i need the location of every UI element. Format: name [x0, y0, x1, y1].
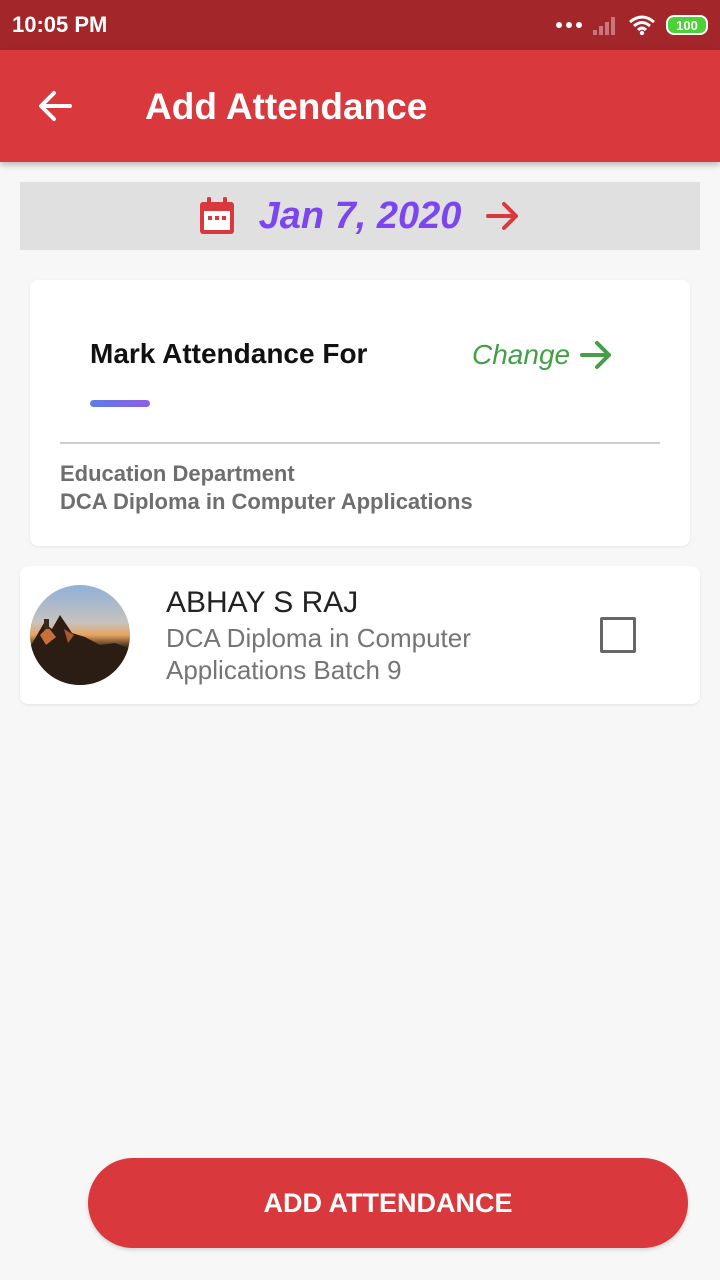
date-selector[interactable]: Jan 7, 2020 — [20, 182, 700, 250]
department-info: Education Department DCA Diploma in Comp… — [60, 460, 473, 516]
more-dots-icon — [556, 22, 582, 28]
status-time: 10:05 PM — [12, 12, 108, 37]
page-title: Add Attendance — [145, 86, 428, 127]
avatar — [30, 585, 130, 685]
change-label: Change — [472, 339, 571, 370]
battery-icon: 100 — [666, 15, 708, 35]
student-list-item[interactable]: ABHAY S RAJ DCA Diploma in Computer Appl… — [20, 566, 700, 704]
change-button[interactable]: Change — [472, 336, 616, 374]
status-bar: 10:05 PM 100 — [0, 0, 720, 50]
student-course: DCA Diploma in Computer Applications Bat… — [166, 623, 471, 685]
add-attendance-button[interactable]: ADD ATTENDANCE — [88, 1158, 688, 1248]
arrow-right-icon — [580, 341, 612, 369]
calendar-icon — [199, 197, 234, 234]
department-name: Education Department — [60, 461, 295, 486]
arrow-right-icon[interactable] — [483, 196, 523, 236]
divider — [60, 442, 660, 444]
wifi-icon — [629, 15, 655, 36]
signal-icon — [593, 17, 615, 35]
app-bar: Add Attendance — [0, 50, 720, 162]
mark-attendance-card: Mark Attendance For Change Education Dep… — [30, 280, 690, 546]
status-icons: 100 — [556, 12, 708, 38]
course-name: DCA Diploma in Computer Applications — [60, 489, 473, 514]
arrow-left-icon — [39, 91, 72, 121]
back-button[interactable] — [30, 84, 82, 128]
date-text: Jan 7, 2020 — [258, 194, 462, 237]
attendance-checkbox[interactable] — [600, 617, 636, 653]
student-name: ABHAY S RAJ — [166, 586, 359, 619]
title-underline — [90, 400, 150, 407]
mark-attendance-title: Mark Attendance For — [90, 338, 368, 369]
